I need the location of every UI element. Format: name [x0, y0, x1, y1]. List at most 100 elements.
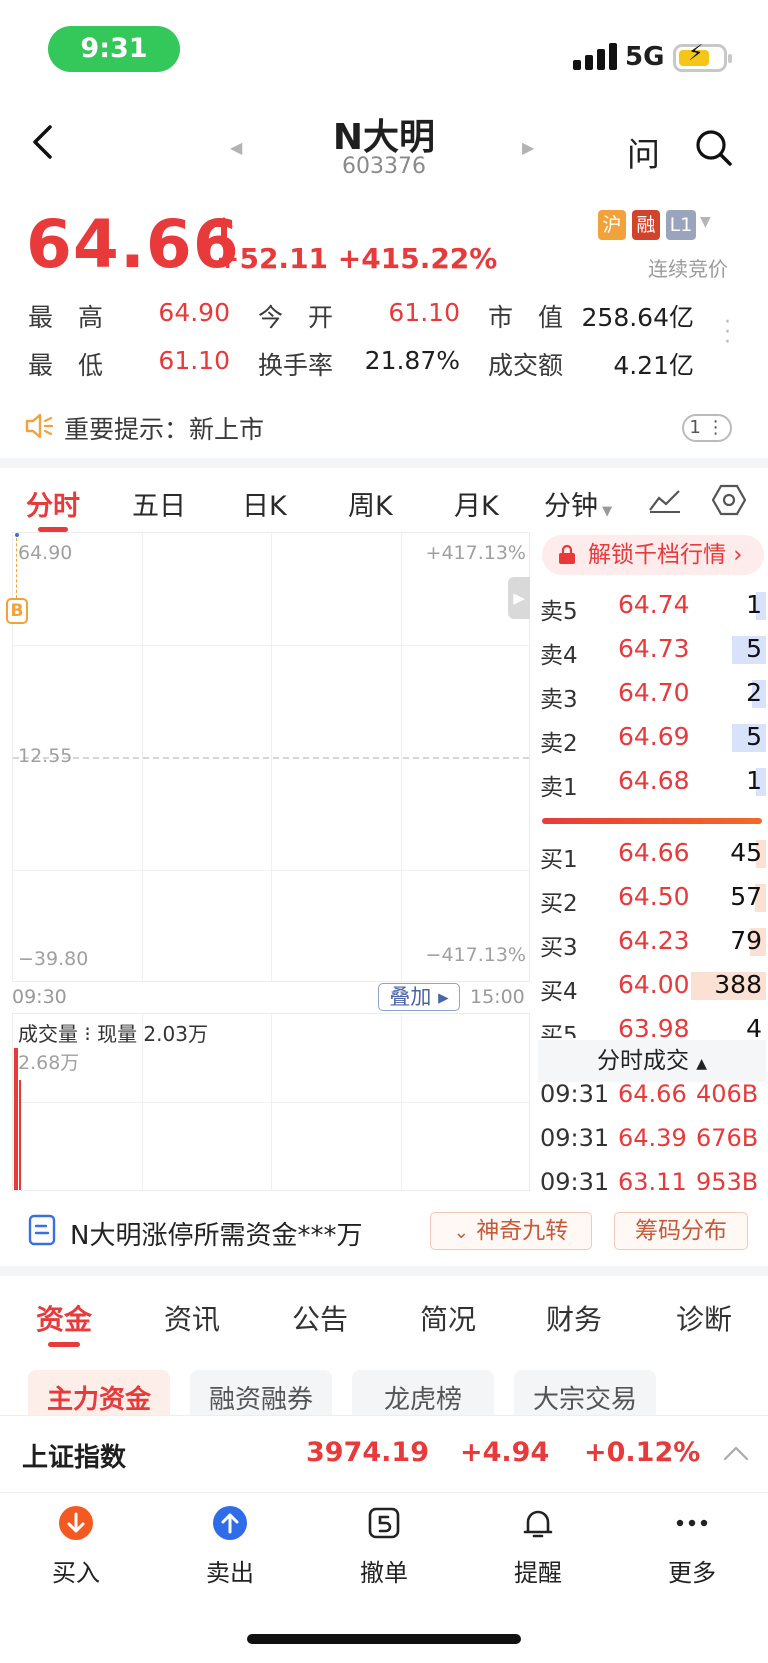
level-price: 64.66	[618, 838, 690, 867]
overlay-button[interactable]: 叠加 ▸	[378, 983, 460, 1011]
tab-diagnosis[interactable]: 诊断	[676, 1298, 732, 1338]
level-price: 64.74	[618, 590, 690, 619]
nav-more[interactable]: 更多	[642, 1505, 742, 1588]
level-label: 买3	[540, 935, 578, 961]
notice-count-value: 1	[689, 417, 701, 438]
nav-buy[interactable]: 买入	[26, 1505, 126, 1588]
nav-more-label: 更多	[668, 1559, 716, 1587]
low-label: 最 低	[28, 351, 104, 380]
open-label: 今 开	[258, 303, 334, 332]
time-start: 09:30	[12, 986, 67, 1008]
turnover-value: 21.87%	[364, 346, 460, 375]
more-stats-icon[interactable]: · · ·	[724, 312, 731, 354]
section-divider	[0, 458, 768, 468]
y-axis-mid: 12.55	[18, 745, 73, 767]
bid-row[interactable]: 买3 64.23 79	[540, 920, 766, 964]
trade-price: 64.39	[618, 1124, 687, 1152]
section-divider-2	[0, 1266, 768, 1276]
ask-row[interactable]: 卖5 64.74 1	[540, 584, 766, 628]
level-price: 64.73	[618, 634, 690, 663]
tab-monthly-k[interactable]: 月K	[454, 484, 499, 523]
tab-daily-k[interactable]: 日K	[242, 484, 287, 523]
lock-icon	[558, 544, 576, 565]
tab-funds[interactable]: 资金	[36, 1298, 92, 1338]
ask-row[interactable]: 卖3 64.70 2	[540, 672, 766, 716]
high-label: 最 高	[28, 303, 104, 332]
chevron-up-icon[interactable]	[722, 1444, 750, 1466]
level-price: 64.00	[618, 970, 690, 999]
badge-level[interactable]: L1	[666, 210, 696, 240]
level-label: 买1	[540, 847, 578, 873]
badge-margin: 融	[632, 210, 660, 240]
search-icon[interactable]	[694, 128, 734, 172]
nav-cancel-order[interactable]: 撤单	[334, 1505, 434, 1588]
trade-volume: 676B	[696, 1124, 759, 1152]
trading-mode: 连续竞价	[648, 257, 728, 281]
level-qty: 45	[730, 838, 762, 867]
cancel-order-icon	[366, 1505, 402, 1541]
level-label: 卖3	[540, 687, 578, 713]
tab-weekly-k[interactable]: 周K	[348, 484, 393, 523]
level-label: 买4	[540, 979, 578, 1005]
tab-minute[interactable]: 分钟 ▼	[544, 484, 612, 523]
level-dropdown-icon[interactable]: ▼	[700, 214, 711, 230]
ask-button[interactable]: 问	[627, 128, 660, 176]
tab-news[interactable]: 资讯	[164, 1298, 220, 1338]
volume-title: 成交量	[18, 1022, 78, 1046]
tab-overview[interactable]: 简况	[420, 1298, 476, 1338]
up-arrow-icon	[214, 216, 234, 238]
level-price: 63.98	[618, 1014, 690, 1038]
bid-row[interactable]: 买5 63.98 4	[540, 1008, 766, 1038]
bid-row[interactable]: 买1 64.66 45	[540, 832, 766, 876]
notice-count[interactable]: 1 ⋮	[682, 414, 732, 442]
tab-intraday[interactable]: 分时	[26, 484, 80, 523]
ask-row[interactable]: 卖1 64.68 1	[540, 760, 766, 804]
limit-up-funds-text[interactable]: N大明涨停所需资金***万	[70, 1215, 362, 1252]
pct-axis-top: +417.13%	[425, 542, 526, 564]
trade-time: 09:31	[540, 1080, 610, 1108]
bid-row[interactable]: 买2 64.50 57	[540, 876, 766, 920]
notice-text[interactable]: 重要提示：新上市	[64, 410, 264, 446]
price-change: +52.11 +415.22%	[216, 242, 497, 275]
volume-max: 2.68万	[18, 1052, 80, 1074]
intraday-chart[interactable]	[12, 532, 530, 982]
nav-alert[interactable]: 提醒	[488, 1505, 588, 1588]
level-label: 卖4	[540, 643, 578, 669]
unlock-label: 解锁千档行情	[588, 542, 726, 568]
chart-style-icon[interactable]	[648, 488, 682, 518]
document-icon	[28, 1214, 56, 1250]
more-icon	[674, 1505, 710, 1541]
amount-label: 成交额	[488, 351, 564, 380]
time-sales-label: 分时成交	[596, 1048, 689, 1074]
nav-sell-label: 卖出	[206, 1559, 254, 1587]
chip-distribution-button[interactable]: 筹码分布	[614, 1212, 748, 1250]
tab-financials[interactable]: 财务	[546, 1298, 602, 1338]
level-label: 买2	[540, 891, 578, 917]
settings-icon[interactable]	[711, 484, 747, 520]
y-axis-top: 64.90	[18, 542, 73, 564]
sell-icon	[212, 1505, 248, 1541]
low-value: 61.10	[158, 346, 230, 375]
level-qty: 5	[746, 634, 762, 663]
time-sales-header[interactable]: 分时成交 ▲	[538, 1040, 766, 1082]
tab-five-day[interactable]: 五日	[132, 484, 186, 523]
tab-announcements[interactable]: 公告	[292, 1298, 348, 1338]
ask-row[interactable]: 卖4 64.73 5	[540, 628, 766, 672]
expand-chart-icon[interactable]: ▶	[508, 577, 530, 619]
nav-buy-label: 买入	[52, 1559, 100, 1587]
magic-nine-label: 神奇九转	[476, 1218, 569, 1244]
buy-marker[interactable]: B	[6, 598, 28, 624]
level-price: 64.70	[618, 678, 690, 707]
level-qty: 2	[746, 678, 762, 707]
bid-row[interactable]: 买4 64.00 388	[540, 964, 766, 1008]
level-qty: 5	[746, 722, 762, 751]
level-label: 卖1	[540, 775, 578, 801]
magic-nine-button[interactable]: ⌄ 神奇九转	[430, 1212, 592, 1250]
status-time: 9:31	[48, 26, 180, 72]
nav-sell[interactable]: 卖出	[180, 1505, 280, 1588]
current-price: 64.66	[26, 206, 240, 283]
trade-time: 09:31	[540, 1168, 610, 1190]
lower-tab-indicator	[48, 1342, 80, 1347]
level-qty: 79	[730, 926, 762, 955]
ask-row[interactable]: 卖2 64.69 5	[540, 716, 766, 760]
